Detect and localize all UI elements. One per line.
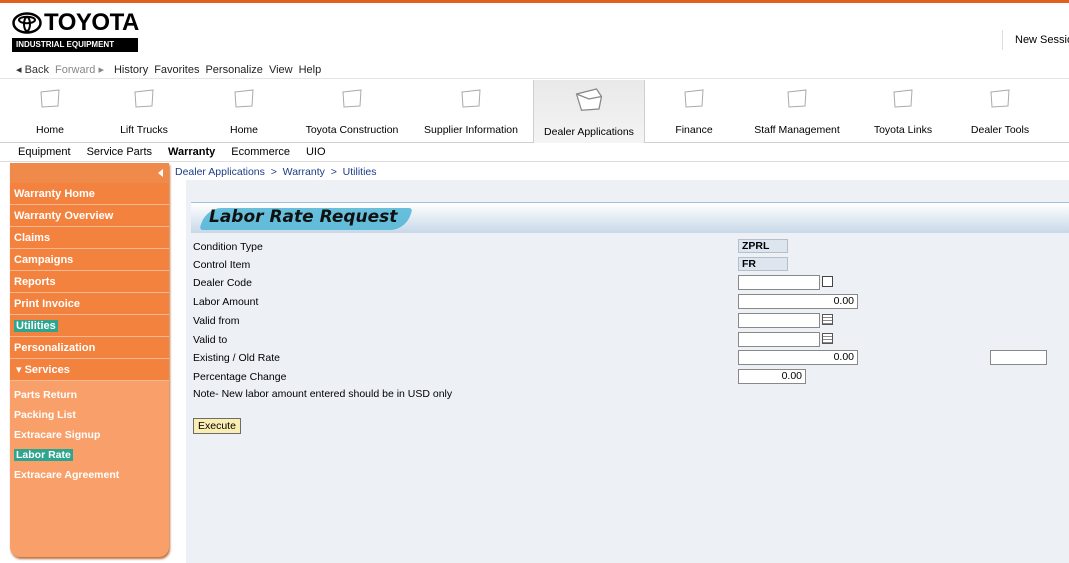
form-title-bar: Labor Rate Request [191, 202, 1069, 233]
valid-to-label: Valid to [193, 334, 228, 346]
dealer-code-input[interactable] [738, 275, 820, 290]
brand-name: TOYOTA [44, 9, 139, 36]
top-navigation: Home Lift Trucks Home Toyota Constructio… [0, 80, 1069, 143]
folder-icon [342, 89, 362, 108]
calendar-icon[interactable] [822, 333, 833, 344]
toyota-emblem-icon [12, 12, 42, 34]
control-item-label: Control Item [193, 259, 251, 271]
nav-tab-lift-trucks[interactable]: Lift Trucks [100, 80, 188, 143]
control-item-value: FR [738, 257, 788, 271]
folder-icon [684, 89, 704, 108]
value-help-icon[interactable] [822, 276, 833, 287]
secondary-navigation: Equipment Service Parts Warranty Ecommer… [0, 143, 1069, 162]
valid-from-label: Valid from [193, 315, 240, 327]
sidebar-item-campaigns[interactable]: Campaigns [10, 249, 169, 271]
folder-icon [134, 89, 154, 108]
nav-tab-dealer-applications[interactable]: Dealer Applications [533, 80, 645, 143]
nav-tab-home[interactable]: Home [10, 80, 90, 143]
labor-amount-label: Labor Amount [193, 296, 259, 308]
nav-tab-staff-management[interactable]: Staff Management [745, 80, 849, 143]
page-title: Labor Rate Request [209, 207, 398, 227]
menu-history[interactable]: History [114, 64, 148, 76]
menu-help[interactable]: Help [299, 64, 322, 76]
sidebar-item-claims[interactable]: Claims [10, 227, 169, 249]
condition-type-value: ZPRL [738, 239, 788, 253]
forward-button[interactable]: Forward ▸ [55, 63, 104, 76]
existing-rate-label: Existing / Old Rate [193, 352, 280, 364]
menu-view[interactable]: View [269, 64, 293, 76]
existing-rate-extra-input[interactable] [990, 350, 1047, 365]
sidebar-subitem-extracare-signup[interactable]: Extracare Signup [10, 425, 169, 445]
folder-icon [461, 89, 481, 108]
sidebar-item-reports[interactable]: Reports [10, 271, 169, 293]
calendar-icon[interactable] [822, 314, 833, 325]
back-button[interactable]: ◂ Back [16, 63, 49, 76]
nav-tab-home-2[interactable]: Home [200, 80, 288, 143]
toyota-logo[interactable]: TOYOTA INDUSTRIAL EQUIPMENT [12, 11, 139, 52]
sidebar-collapse-bar[interactable] [10, 163, 169, 183]
sidebar-subitem-extracare-agreement[interactable]: Extracare Agreement [10, 465, 169, 485]
breadcrumb[interactable]: Dealer Applications > Warranty > Utiliti… [175, 166, 377, 178]
sidebar-item-warranty-home[interactable]: Warranty Home [10, 183, 169, 205]
subtab-service-parts[interactable]: Service Parts [87, 146, 152, 158]
subtab-equipment[interactable]: Equipment [18, 146, 71, 158]
sidebar-subitem-packing-list[interactable]: Packing List [10, 405, 169, 425]
nav-tab-dealer-tools[interactable]: Dealer Tools [955, 80, 1045, 143]
sidebar-item-personalization[interactable]: Personalization [10, 337, 169, 359]
valid-to-input[interactable] [738, 332, 820, 347]
nav-tab-toyota-links[interactable]: Toyota Links [858, 80, 948, 143]
labor-amount-input[interactable]: 0.00 [738, 294, 858, 309]
folder-icon [787, 89, 807, 108]
folder-icon [893, 89, 913, 108]
page-header: TOYOTA INDUSTRIAL EQUIPMENT New Session [0, 3, 1069, 61]
subtab-warranty[interactable]: Warranty [168, 146, 215, 158]
menu-personalize[interactable]: Personalize [205, 64, 262, 76]
sidebar-services-toggle[interactable]: ▾ Services [10, 359, 169, 381]
dealer-code-label: Dealer Code [193, 277, 252, 289]
collapse-arrow-icon[interactable] [158, 169, 163, 177]
valid-from-input[interactable] [738, 313, 820, 328]
folder-icon [234, 89, 254, 108]
execute-button[interactable]: Execute [193, 418, 241, 434]
new-session-link[interactable]: New Session [1002, 30, 1069, 50]
percentage-change-label: Percentage Change [193, 371, 287, 383]
condition-type-label: Condition Type [193, 241, 263, 253]
nav-tab-finance[interactable]: Finance [656, 80, 732, 143]
subtab-ecommerce[interactable]: Ecommerce [231, 146, 290, 158]
sidebar-item-print-invoice[interactable]: Print Invoice [10, 293, 169, 315]
existing-rate-input[interactable]: 0.00 [738, 350, 858, 365]
sidebar-item-utilities[interactable]: Utilities [10, 315, 169, 337]
nav-tab-toyota-construction[interactable]: Toyota Construction [300, 80, 404, 143]
usd-note: Note- New labor amount entered should be… [193, 388, 453, 400]
sidebar-item-warranty-overview[interactable]: Warranty Overview [10, 205, 169, 227]
sidebar-subitem-labor-rate[interactable]: Labor Rate [10, 445, 169, 465]
folder-icon [990, 89, 1010, 108]
subtab-uio[interactable]: UIO [306, 146, 326, 158]
sidebar-subitem-parts-return[interactable]: Parts Return [10, 385, 169, 405]
folder-icon [40, 89, 60, 108]
menu-favorites[interactable]: Favorites [154, 64, 199, 76]
sidebar: Warranty Home Warranty Overview Claims C… [10, 163, 169, 557]
nav-tab-supplier-information[interactable]: Supplier Information [418, 80, 524, 143]
open-folder-icon [575, 88, 603, 111]
percentage-change-input[interactable]: 0.00 [738, 369, 806, 384]
brand-subtitle: INDUSTRIAL EQUIPMENT [12, 38, 138, 52]
browser-menubar: ◂ Back Forward ▸ History Favorites Perso… [0, 61, 1069, 79]
main-content: Labor Rate Request Condition Type ZPRL C… [186, 180, 1069, 563]
